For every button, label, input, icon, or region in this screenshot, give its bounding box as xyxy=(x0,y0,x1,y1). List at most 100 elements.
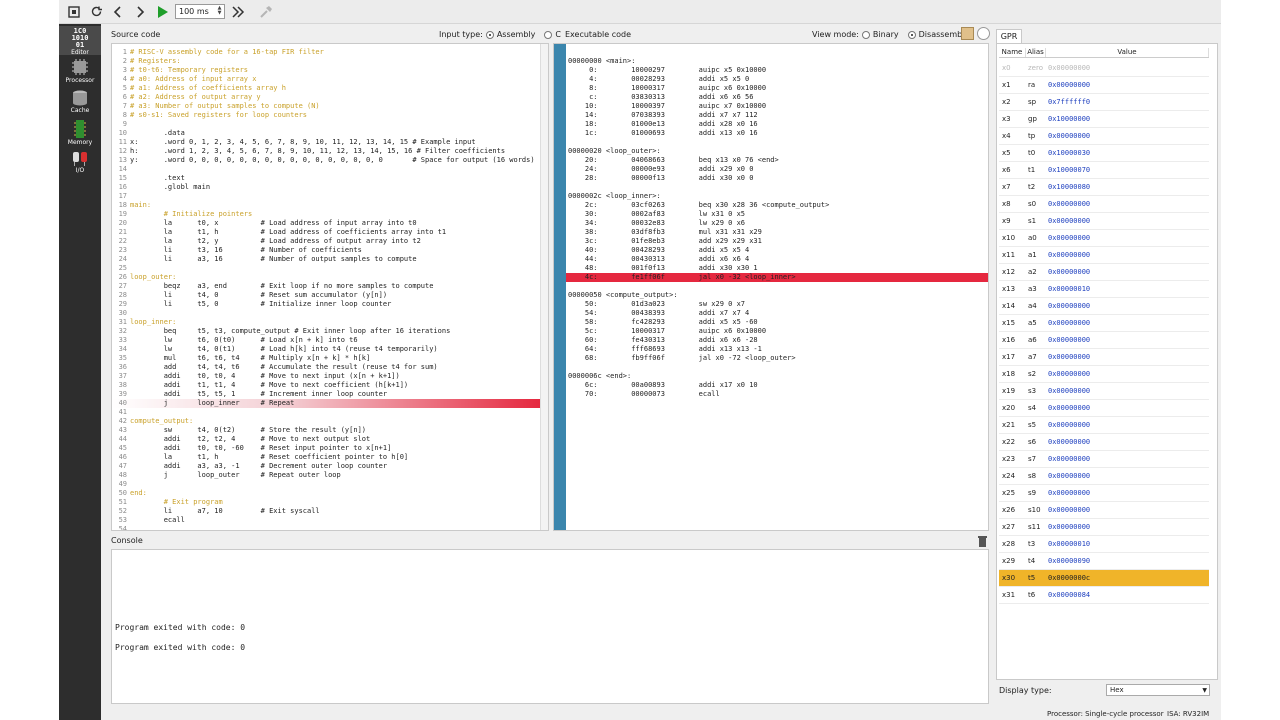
disassembly-line[interactable]: 28: 00000f13 addi x30 x0 0 xyxy=(566,174,988,183)
source-line[interactable]: 54 xyxy=(112,525,540,530)
register-row-x7[interactable]: x7 t2 0x10000080 xyxy=(999,179,1209,196)
register-row-x19[interactable]: x19 s3 0x00000000 xyxy=(999,383,1209,400)
source-line[interactable]: 43 sw t4, 0(t2) # Store the result (y[n]… xyxy=(112,426,540,435)
source-line[interactable]: 34 lw t4, 0(t1) # Load h[k] into t4 (reu… xyxy=(112,345,540,354)
register-row-x23[interactable]: x23 s7 0x00000000 xyxy=(999,451,1209,468)
register-row-x27[interactable]: x27 s11 0x00000000 xyxy=(999,519,1209,536)
source-line[interactable]: 12 h: .word 1, 2, 3, 4, 5, 6, 7, 8, 9, 10… xyxy=(112,147,540,156)
register-value[interactable]: 0x00000000 xyxy=(1046,353,1209,361)
disassembly-line[interactable]: 58: fc428293 addi x5 x5 -60 xyxy=(566,318,988,327)
register-value[interactable]: 0x0000000c xyxy=(1046,574,1209,582)
register-value[interactable]: 0x00000010 xyxy=(1046,540,1209,548)
register-row-x30[interactable]: x30 t5 0x0000000c xyxy=(999,570,1209,587)
source-line[interactable]: 53 ecall xyxy=(112,516,540,525)
register-row-x26[interactable]: x26 s10 0x00000000 xyxy=(999,502,1209,519)
disassembly-line[interactable]: 00000050 <compute_output>: xyxy=(566,291,988,300)
disassembly-line[interactable]: 48: 001f0f13 addi x30 x30 1 xyxy=(566,264,988,273)
speed-spinbox[interactable]: 100 ms ▲ ▼ xyxy=(175,4,225,19)
register-value[interactable]: 0x10000030 xyxy=(1046,149,1209,157)
register-row-x12[interactable]: x12 a2 0x00000000 xyxy=(999,264,1209,281)
source-line[interactable]: 20 la t0, x # Load address of input arra… xyxy=(112,219,540,228)
source-line[interactable]: 52 li a7, 10 # Exit syscall xyxy=(112,507,540,516)
disassembled-radio[interactable] xyxy=(907,30,916,39)
register-value[interactable]: 0x00000000 xyxy=(1046,404,1209,412)
source-line[interactable]: 51 # Exit program xyxy=(112,498,540,507)
register-value[interactable]: 0x00000000 xyxy=(1046,200,1209,208)
disassembly-line[interactable] xyxy=(566,282,988,291)
source-line[interactable]: 17 xyxy=(112,192,540,201)
source-editor[interactable]: 1 # RISC-V assembly code for a 16-tap FIR… xyxy=(111,43,549,531)
register-value[interactable]: 0x00000000 xyxy=(1046,319,1209,327)
register-value[interactable]: 0x00000010 xyxy=(1046,285,1209,293)
follow-pc-icon[interactable] xyxy=(961,27,974,40)
source-line[interactable]: 9 xyxy=(112,120,540,129)
register-row-x2[interactable]: x2 sp 0x7ffffff0 xyxy=(999,94,1209,111)
source-line[interactable]: 30 xyxy=(112,309,540,318)
source-line[interactable]: 16 .globl main xyxy=(112,183,540,192)
disassembly-line[interactable]: 6c: 00a00893 addi x17 x0 10 xyxy=(566,381,988,390)
register-value[interactable]: 0x00000000 xyxy=(1046,387,1209,395)
register-value[interactable]: 0x00000000 xyxy=(1046,132,1209,140)
disassembly-line[interactable]: c: 03830313 addi x6 x6 56 xyxy=(566,93,988,102)
register-row-x18[interactable]: x18 s2 0x00000000 xyxy=(999,366,1209,383)
source-line[interactable]: 21 la t1, h # Load address of coefficien… xyxy=(112,228,540,237)
register-value[interactable]: 0x00000000 xyxy=(1046,251,1209,259)
disassembly-line[interactable]: 10: 10000397 auipc x7 0x10000 xyxy=(566,102,988,111)
source-line[interactable]: 18 main: xyxy=(112,201,540,210)
reload-icon[interactable] xyxy=(87,3,105,21)
hammer-icon[interactable] xyxy=(257,3,275,21)
register-value[interactable]: 0x00000000 xyxy=(1046,370,1209,378)
disassembly-line[interactable] xyxy=(566,138,988,147)
assembly-radio[interactable] xyxy=(485,30,494,39)
step-forward-icon[interactable] xyxy=(131,3,149,21)
source-line[interactable]: 45 addi t0, t0, -60 # Reset input pointe… xyxy=(112,444,540,453)
register-value[interactable]: 0x00000000 xyxy=(1046,489,1209,497)
tab-gpr[interactable]: GPR xyxy=(996,29,1022,43)
disassembly-line[interactable]: 40: 00428293 addi x5 x5 4 xyxy=(566,246,988,255)
fast-forward-icon[interactable] xyxy=(229,3,247,21)
source-line[interactable]: 44 addi t2, t2, 4 # Move to next output … xyxy=(112,435,540,444)
register-value[interactable]: 0x00000000 xyxy=(1046,217,1209,225)
register-value[interactable]: 0x10000000 xyxy=(1046,115,1209,123)
disassembly-line[interactable]: 54: 00438393 addi x7 x7 4 xyxy=(566,309,988,318)
source-line[interactable]: 4 # a0: Address of input array x xyxy=(112,75,540,84)
register-row-x3[interactable]: x3 gp 0x10000000 xyxy=(999,111,1209,128)
disassembly-line[interactable]: 68: fb9ff06f jal x0 -72 <loop_outer> xyxy=(566,354,988,363)
register-value[interactable]: 0x00000000 xyxy=(1046,472,1209,480)
source-line[interactable]: 11 x: .word 0, 1, 2, 3, 4, 5, 6, 7, 8, 9,… xyxy=(112,138,540,147)
register-row-x28[interactable]: x28 t3 0x00000010 xyxy=(999,536,1209,553)
disassembly-line[interactable]: 64: fff68693 addi x13 x13 -1 xyxy=(566,345,988,354)
register-value[interactable]: 0x00000000 xyxy=(1046,64,1209,72)
disassembly-line[interactable]: 1c: 01000693 addi x13 x0 16 xyxy=(566,129,988,138)
run-icon[interactable] xyxy=(153,3,171,21)
disassembly-line[interactable]: 14: 07038393 addi x7 x7 112 xyxy=(566,111,988,120)
source-line[interactable]: 33 lw t6, 0(t0) # Load x[n + k] into t6 xyxy=(112,336,540,345)
register-value[interactable]: 0x00000000 xyxy=(1046,506,1209,514)
source-line[interactable]: 26 loop_outer: xyxy=(112,273,540,282)
disassembly-line[interactable]: 4: 00028293 addi x5 x5 0 xyxy=(566,75,988,84)
source-line[interactable]: 37 addi t0, t0, 4 # Move to next input (… xyxy=(112,372,540,381)
register-row-x22[interactable]: x22 s6 0x00000000 xyxy=(999,434,1209,451)
source-line[interactable]: 28 li t4, 0 # Reset sum accumulator (y[n… xyxy=(112,291,540,300)
source-line[interactable]: 6 # a2: Address of output array y xyxy=(112,93,540,102)
step-back-icon[interactable] xyxy=(109,3,127,21)
register-row-x6[interactable]: x6 t1 0x10000070 xyxy=(999,162,1209,179)
register-value[interactable]: 0x00000000 xyxy=(1046,455,1209,463)
disassembly-line[interactable]: 44: 00430313 addi x6 x6 4 xyxy=(566,255,988,264)
c-radio-label[interactable]: C xyxy=(555,30,561,39)
register-row-x9[interactable]: x9 s1 0x00000000 xyxy=(999,213,1209,230)
source-line[interactable]: 31 loop_inner: xyxy=(112,318,540,327)
register-value[interactable]: 0x00000000 xyxy=(1046,302,1209,310)
disassembly-line[interactable]: 2c: 03cf0263 beq x30 x28 36 <compute_out… xyxy=(566,201,988,210)
disassembly-line[interactable]: 18: 01000e13 addi x28 x0 16 xyxy=(566,120,988,129)
source-line[interactable]: 7 # a3: Number of output samples to compu… xyxy=(112,102,540,111)
source-line[interactable]: 38 addi t1, t1, 4 # Move to next coeffic… xyxy=(112,381,540,390)
source-line[interactable]: 3 # t0-t6: Temporary registers xyxy=(112,66,540,75)
disassembly-line[interactable]: 50: 01d3a023 sw x29 0 x7 xyxy=(566,300,988,309)
source-line[interactable]: 8 # s0-s1: Saved registers for loop count… xyxy=(112,111,540,120)
source-line[interactable]: 32 beq t5, t3, compute_output # Exit inn… xyxy=(112,327,540,336)
disassembly-line[interactable] xyxy=(566,183,988,192)
register-row-x10[interactable]: x10 a0 0x00000000 xyxy=(999,230,1209,247)
source-line[interactable]: 40 j loop_inner # Repeat xyxy=(112,399,540,408)
binary-radio-label[interactable]: Binary xyxy=(873,30,899,39)
